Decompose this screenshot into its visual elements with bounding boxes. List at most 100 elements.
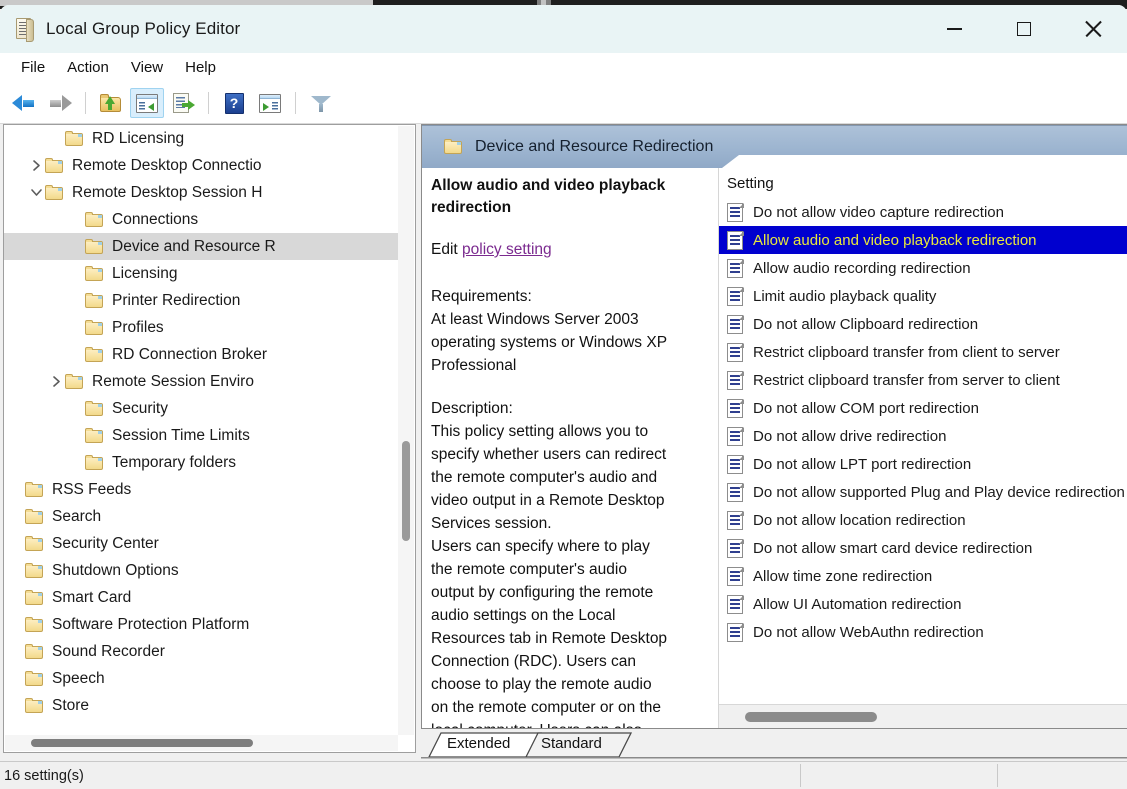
settings-list-row[interactable]: Limit audio playback quality bbox=[719, 282, 1127, 310]
settings-list[interactable]: Do not allow video capture redirection Al… bbox=[719, 198, 1127, 704]
tree-item[interactable]: Temporary folders bbox=[4, 449, 398, 476]
settings-list-row-label: Do not allow COM port redirection bbox=[753, 399, 979, 417]
settings-list-row[interactable]: Allow UI Automation redirection bbox=[719, 590, 1127, 618]
settings-list-row-label: Allow audio and video playback redirecti… bbox=[753, 231, 1037, 249]
policy-setting-icon bbox=[727, 286, 744, 306]
tree-item[interactable]: Smart Card bbox=[4, 584, 398, 611]
show-hide-console-tree-button[interactable] bbox=[130, 88, 164, 118]
settings-list-row[interactable]: Allow audio recording redirection bbox=[719, 254, 1127, 282]
chevron-down-icon[interactable] bbox=[28, 187, 45, 198]
policy-setting-icon bbox=[727, 594, 744, 614]
tree-item-label: Shutdown Options bbox=[52, 561, 179, 579]
settings-list-row[interactable]: Allow time zone redirection bbox=[719, 562, 1127, 590]
menu-file[interactable]: File bbox=[10, 56, 56, 79]
description-text: This policy setting allows you to specif… bbox=[431, 423, 668, 728]
edit-policy-setting-link[interactable]: policy setting bbox=[462, 241, 552, 258]
folder-icon bbox=[444, 138, 463, 155]
tree-item[interactable]: Security Center bbox=[4, 530, 398, 557]
tree-vertical-scrollbar[interactable] bbox=[398, 126, 414, 735]
chevron-right-icon[interactable] bbox=[28, 159, 45, 172]
settings-list-row[interactable]: Do not allow COM port redirection bbox=[719, 394, 1127, 422]
main-window: Local Group Policy Editor File Action Vi… bbox=[0, 5, 1127, 789]
settings-list-row[interactable]: Do not allow video capture redirection bbox=[719, 198, 1127, 226]
tree-item-label: Printer Redirection bbox=[112, 291, 241, 309]
action-pane-icon bbox=[259, 93, 281, 113]
close-button[interactable] bbox=[1058, 5, 1127, 53]
settings-list-row[interactable]: Do not allow drive redirection bbox=[719, 422, 1127, 450]
tree-item[interactable]: Store bbox=[4, 692, 398, 719]
tree-item[interactable]: Connections bbox=[4, 206, 398, 233]
console-tree-list[interactable]: RD Licensing Remote Desktop Connectio Remo… bbox=[4, 125, 398, 735]
tree-item[interactable]: Speech bbox=[4, 665, 398, 692]
tree-item-label: RSS Feeds bbox=[52, 480, 132, 498]
settings-list-row-label: Allow audio recording redirection bbox=[753, 259, 971, 277]
tree-item-label: RD Licensing bbox=[92, 129, 185, 147]
settings-list-row[interactable]: Allow audio and video playback redirecti… bbox=[719, 226, 1127, 254]
settings-hscroll-thumb[interactable] bbox=[745, 712, 877, 722]
tree-vscroll-thumb[interactable] bbox=[402, 441, 410, 541]
tree-item[interactable]: Sound Recorder bbox=[4, 638, 398, 665]
tree-item-label: Temporary folders bbox=[112, 453, 237, 471]
tree-item[interactable]: Search bbox=[4, 503, 398, 530]
menu-action[interactable]: Action bbox=[56, 56, 120, 79]
tree-item-label: Speech bbox=[52, 669, 105, 687]
settings-horizontal-scrollbar[interactable] bbox=[719, 704, 1127, 728]
tab-standard[interactable]: Standard bbox=[541, 735, 602, 752]
folder-icon bbox=[85, 400, 104, 417]
chevron-right-icon[interactable] bbox=[48, 375, 65, 388]
settings-list-row[interactable]: Do not allow Clipboard redirection bbox=[719, 310, 1127, 338]
window-title: Local Group Policy Editor bbox=[46, 19, 241, 38]
tree-hscroll-thumb[interactable] bbox=[31, 739, 253, 747]
folder-up-icon bbox=[100, 93, 122, 113]
settings-column-header[interactable]: Setting bbox=[719, 168, 1127, 198]
policy-setting-icon bbox=[727, 258, 744, 278]
policy-setting-icon bbox=[727, 342, 744, 362]
menu-view[interactable]: View bbox=[120, 56, 174, 79]
settings-list-row[interactable]: Do not allow location redirection bbox=[719, 506, 1127, 534]
tree-item[interactable]: Printer Redirection bbox=[4, 287, 398, 314]
minimize-button[interactable] bbox=[920, 5, 989, 53]
help-button[interactable]: ? bbox=[217, 88, 251, 118]
tab-extended[interactable]: Extended bbox=[447, 735, 510, 752]
maximize-button[interactable] bbox=[989, 5, 1058, 53]
tree-item[interactable]: RD Licensing bbox=[4, 125, 398, 152]
tree-item[interactable]: Device and Resource R bbox=[4, 233, 398, 260]
tree-item[interactable]: Shutdown Options bbox=[4, 557, 398, 584]
folder-icon bbox=[25, 562, 44, 579]
settings-list-row[interactable]: Do not allow smart card device redirecti… bbox=[719, 534, 1127, 562]
tree-item[interactable]: Session Time Limits bbox=[4, 422, 398, 449]
tree-item-label: Security bbox=[112, 399, 168, 417]
tree-item[interactable]: Remote Desktop Session H bbox=[4, 179, 398, 206]
back-button[interactable] bbox=[7, 88, 41, 118]
tree-horizontal-scrollbar[interactable] bbox=[5, 735, 398, 751]
settings-list-row-label: Do not allow supported Plug and Play dev… bbox=[753, 483, 1125, 501]
menu-help[interactable]: Help bbox=[174, 56, 227, 79]
details-header-title: Device and Resource Redirection bbox=[475, 137, 714, 155]
tree-item[interactable]: Remote Session Enviro bbox=[4, 368, 398, 395]
description-heading: Description: bbox=[431, 400, 513, 417]
folder-icon bbox=[85, 238, 104, 255]
filter-button[interactable] bbox=[304, 88, 338, 118]
export-list-button[interactable] bbox=[166, 88, 200, 118]
tree-item[interactable]: Security bbox=[4, 395, 398, 422]
folder-icon bbox=[25, 481, 44, 498]
tree-item[interactable]: Remote Desktop Connectio bbox=[4, 152, 398, 179]
settings-list-row[interactable]: Restrict clipboard transfer from client … bbox=[719, 338, 1127, 366]
forward-button[interactable] bbox=[43, 88, 77, 118]
tree-item[interactable]: RD Connection Broker bbox=[4, 341, 398, 368]
folder-icon bbox=[65, 130, 84, 147]
tree-item[interactable]: RSS Feeds bbox=[4, 476, 398, 503]
settings-list-row[interactable]: Do not allow WebAuthn redirection bbox=[719, 618, 1127, 646]
toolbar-separator-3 bbox=[295, 92, 296, 114]
tree-item[interactable]: Licensing bbox=[4, 260, 398, 287]
tree-item[interactable]: Profiles bbox=[4, 314, 398, 341]
details-body: Allow audio and video playback redirecti… bbox=[422, 168, 1127, 728]
folder-icon bbox=[25, 535, 44, 552]
settings-list-row[interactable]: Restrict clipboard transfer from server … bbox=[719, 366, 1127, 394]
up-one-level-button[interactable] bbox=[94, 88, 128, 118]
settings-list-row[interactable]: Do not allow supported Plug and Play dev… bbox=[719, 478, 1127, 506]
settings-list-row[interactable]: Do not allow LPT port redirection bbox=[719, 450, 1127, 478]
show-hide-action-pane-button[interactable] bbox=[253, 88, 287, 118]
tree-item[interactable]: Software Protection Platform bbox=[4, 611, 398, 638]
title-bar: Local Group Policy Editor bbox=[0, 5, 1127, 53]
